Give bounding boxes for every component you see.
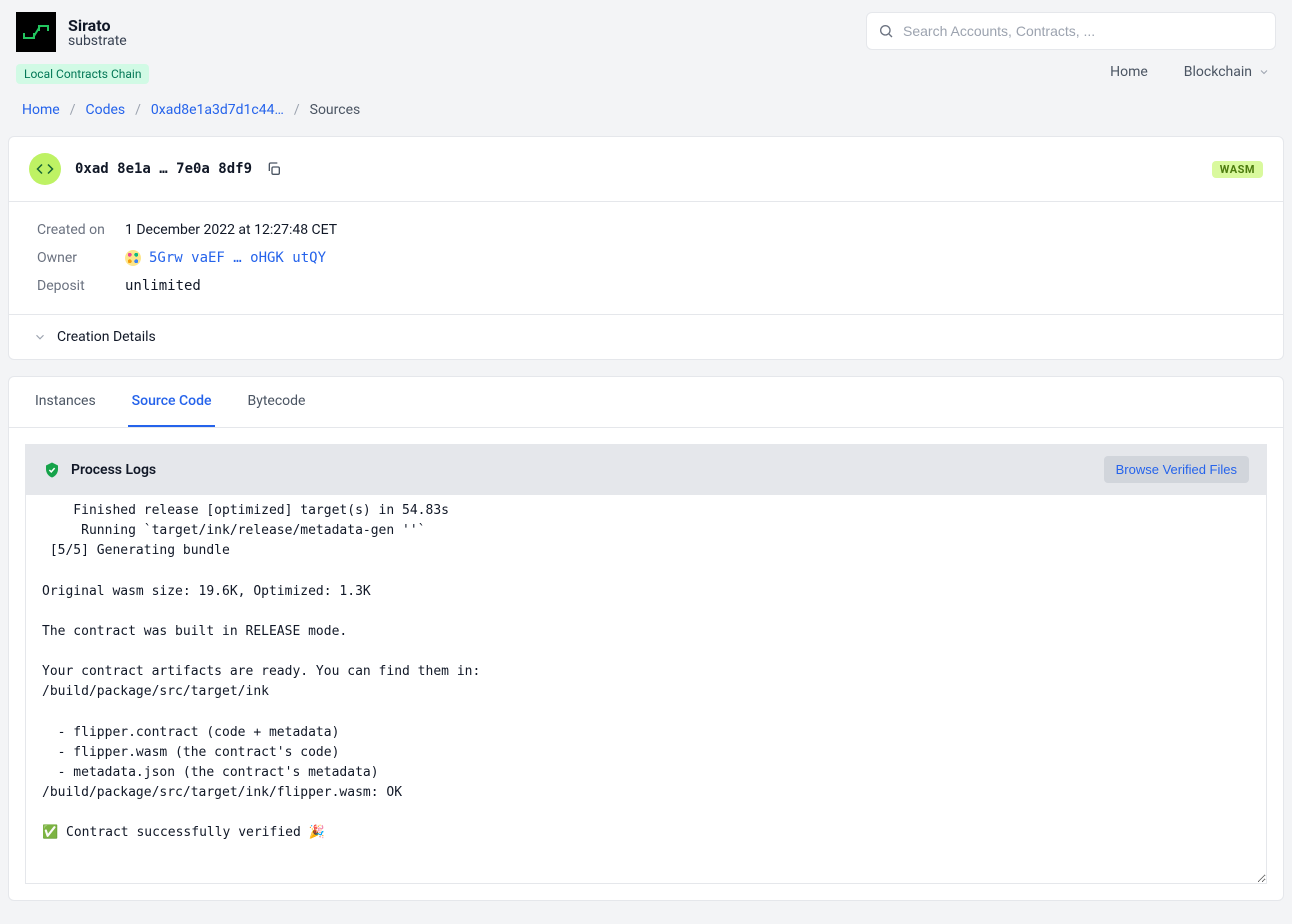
owner-address: 5Grw vaEF … oHGK utQY (149, 250, 326, 266)
code-header: 0xad 8e1a … 7e0a 8df9 WASM (9, 137, 1283, 202)
creation-details-label: Creation Details (57, 329, 156, 345)
tabs: Instances Source Code Bytecode (9, 377, 1283, 428)
header-right: Home Blockchain (866, 12, 1276, 80)
tab-bytecode[interactable]: Bytecode (243, 377, 309, 427)
tab-source-code[interactable]: Source Code (128, 377, 216, 427)
log-header: Process Logs Browse Verified Files (25, 444, 1267, 495)
breadcrumb-sep: / (135, 102, 141, 118)
nav: Home Blockchain (1110, 64, 1276, 80)
chevron-down-icon (1258, 66, 1270, 78)
meta-owner: Owner 5Grw vaEF … oHGK utQY (37, 244, 1263, 272)
meta-deposit: Deposit unlimited (37, 272, 1263, 300)
log-title: Process Logs (71, 462, 156, 478)
nav-blockchain-label: Blockchain (1184, 64, 1252, 80)
search-wrap (866, 12, 1276, 50)
nav-home[interactable]: Home (1110, 64, 1148, 80)
log-body: Finished release [optimized] target(s) i… (25, 495, 1267, 884)
wasm-badge: WASM (1212, 161, 1263, 178)
breadcrumb: Home / Codes / 0xad8e1a3d7d1c44… / Sourc… (0, 84, 1292, 136)
code-hash: 0xad 8e1a … 7e0a 8df9 (75, 161, 252, 177)
meta-label: Created on (37, 222, 125, 238)
breadcrumb-codes[interactable]: Codes (85, 102, 125, 118)
breadcrumb-hash[interactable]: 0xad8e1a3d7d1c44… (151, 102, 284, 118)
meta-value: unlimited (125, 278, 201, 294)
breadcrumb-home[interactable]: Home (22, 102, 60, 118)
copy-icon (266, 161, 282, 177)
brand-subtitle: substrate (68, 33, 127, 49)
breadcrumb-current: Sources (310, 102, 361, 118)
breadcrumb-sep: / (70, 102, 76, 118)
chain-tag[interactable]: Local Contracts Chain (16, 64, 149, 84)
meta-created-on: Created on 1 December 2022 at 12:27:48 C… (37, 216, 1263, 244)
meta-value: 1 December 2022 at 12:27:48 CET (125, 222, 337, 238)
meta-section: Created on 1 December 2022 at 12:27:48 C… (9, 202, 1283, 315)
search-input[interactable] (866, 12, 1276, 50)
shield-check-icon (43, 461, 61, 479)
header-left: Sirato substrate Local Contracts Chain (16, 12, 149, 84)
brand[interactable]: Sirato substrate (16, 12, 149, 52)
header: Sirato substrate Local Contracts Chain H… (0, 0, 1292, 84)
tabs-card: Instances Source Code Bytecode Process L… (8, 376, 1284, 901)
code-icon (29, 153, 61, 185)
browse-verified-files-button[interactable]: Browse Verified Files (1104, 456, 1249, 483)
breadcrumb-sep: / (294, 102, 300, 118)
copy-button[interactable] (266, 161, 282, 177)
creation-details-toggle[interactable]: Creation Details (9, 315, 1283, 359)
meta-label: Owner (37, 250, 125, 266)
chevron-down-icon (33, 330, 47, 344)
logo-icon (16, 12, 56, 52)
log-output[interactable]: Finished release [optimized] target(s) i… (26, 495, 1266, 883)
owner-link[interactable]: 5Grw vaEF … oHGK utQY (125, 250, 326, 266)
meta-label: Deposit (37, 278, 125, 294)
search-icon (878, 23, 894, 39)
nav-blockchain[interactable]: Blockchain (1184, 64, 1270, 80)
code-card: 0xad 8e1a … 7e0a 8df9 WASM Created on 1 … (8, 136, 1284, 360)
tab-instances[interactable]: Instances (31, 377, 100, 427)
identicon-icon (125, 250, 141, 266)
